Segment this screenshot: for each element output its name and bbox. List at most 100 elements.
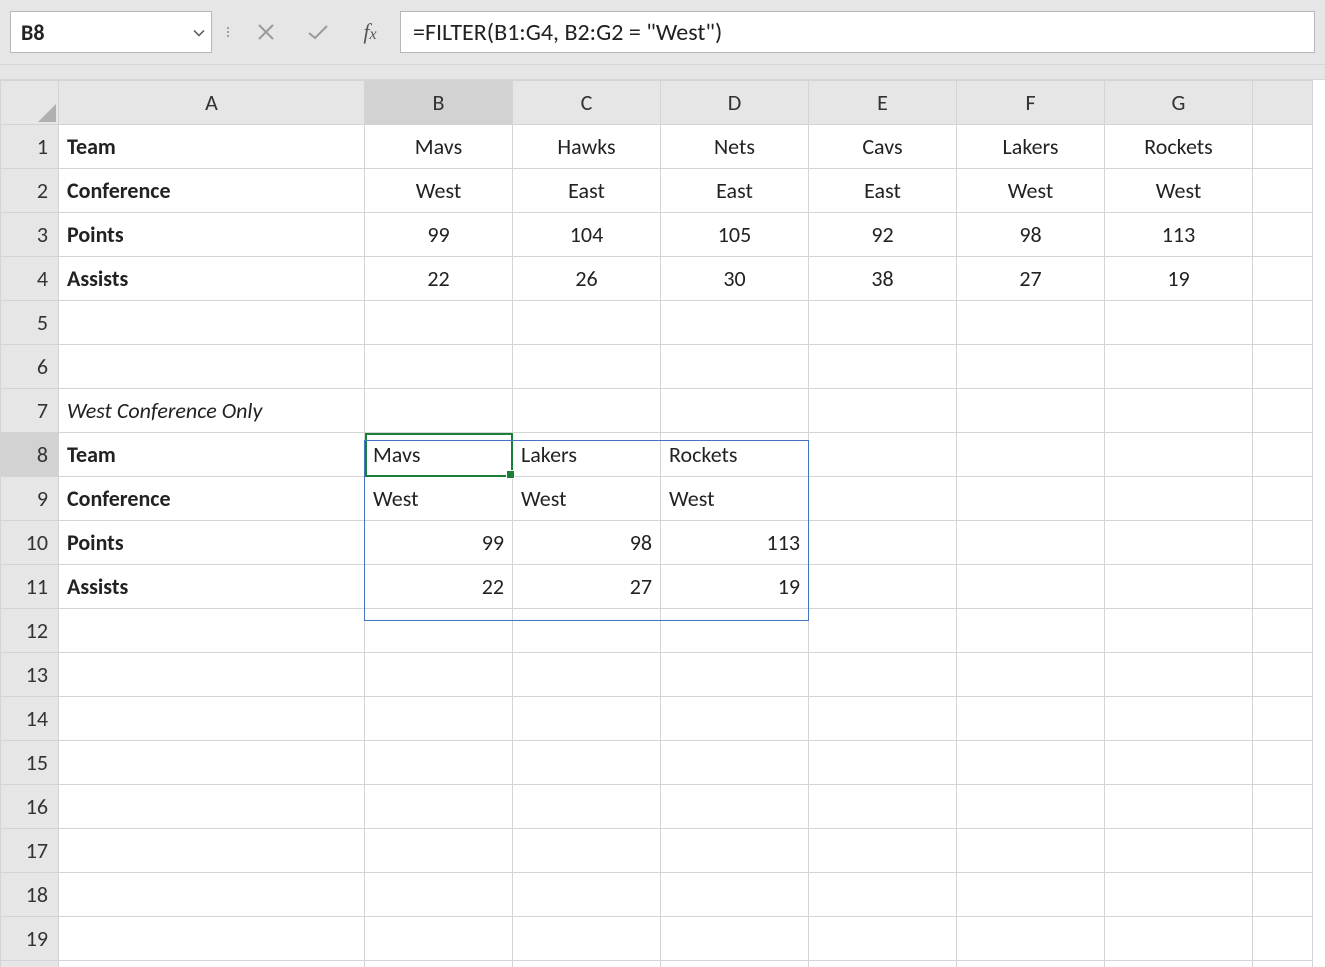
row-header-2[interactable]: 2 <box>1 169 59 213</box>
row-header-15[interactable]: 15 <box>1 741 59 785</box>
cell-F13[interactable] <box>957 653 1105 697</box>
cell-G19[interactable] <box>1105 917 1253 961</box>
select-all-corner[interactable] <box>1 81 59 125</box>
cell-E5[interactable] <box>809 301 957 345</box>
cell-C17[interactable] <box>513 829 661 873</box>
cell-B12[interactable] <box>365 609 513 653</box>
cell-D12[interactable] <box>661 609 809 653</box>
cell-D13[interactable] <box>661 653 809 697</box>
cell-B6[interactable] <box>365 345 513 389</box>
col-header-C[interactable]: C <box>513 81 661 125</box>
cell-C1[interactable]: Hawks <box>513 125 661 169</box>
cell-blank-6[interactable] <box>1253 345 1313 389</box>
cell-D10[interactable]: 113 <box>661 521 809 565</box>
cell-F6[interactable] <box>957 345 1105 389</box>
row-header-8[interactable]: 8 <box>1 433 59 477</box>
enter-button[interactable] <box>296 12 340 52</box>
cell-F16[interactable] <box>957 785 1105 829</box>
cell-B3[interactable]: 99 <box>365 213 513 257</box>
cell-E13[interactable] <box>809 653 957 697</box>
cell-blank-16[interactable] <box>1253 785 1313 829</box>
cell-F3[interactable]: 98 <box>957 213 1105 257</box>
row-header-17[interactable]: 17 <box>1 829 59 873</box>
cell-blank-3[interactable] <box>1253 213 1313 257</box>
cell-blank-1[interactable] <box>1253 125 1313 169</box>
cell-A12[interactable] <box>59 609 365 653</box>
cell-F12[interactable] <box>957 609 1105 653</box>
cell-blank-17[interactable] <box>1253 829 1313 873</box>
cell-F7[interactable] <box>957 389 1105 433</box>
row-header-9[interactable]: 9 <box>1 477 59 521</box>
cell-C18[interactable] <box>513 873 661 917</box>
row-header-13[interactable]: 13 <box>1 653 59 697</box>
cancel-button[interactable] <box>244 12 288 52</box>
cell-blank-4[interactable] <box>1253 257 1313 301</box>
cell-F11[interactable] <box>957 565 1105 609</box>
cell-C10[interactable]: 98 <box>513 521 661 565</box>
cell-D3[interactable]: 105 <box>661 213 809 257</box>
cell-B10[interactable]: 99 <box>365 521 513 565</box>
cell-D16[interactable] <box>661 785 809 829</box>
cell-B5[interactable] <box>365 301 513 345</box>
cell-B20[interactable] <box>365 961 513 967</box>
cell-A5[interactable] <box>59 301 365 345</box>
cell-G5[interactable] <box>1105 301 1253 345</box>
insert-function-button[interactable]: fx <box>348 12 392 52</box>
cell-A11[interactable]: Assists <box>59 565 365 609</box>
row-header-20[interactable]: 20 <box>1 961 59 967</box>
cell-D4[interactable]: 30 <box>661 257 809 301</box>
cell-G3[interactable]: 113 <box>1105 213 1253 257</box>
cell-D1[interactable]: Nets <box>661 125 809 169</box>
cell-C14[interactable] <box>513 697 661 741</box>
cell-F14[interactable] <box>957 697 1105 741</box>
cell-A3[interactable]: Points <box>59 213 365 257</box>
cell-D20[interactable] <box>661 961 809 967</box>
cell-E19[interactable] <box>809 917 957 961</box>
cell-C8[interactable]: Lakers <box>513 433 661 477</box>
cell-F15[interactable] <box>957 741 1105 785</box>
cell-D6[interactable] <box>661 345 809 389</box>
cell-blank-13[interactable] <box>1253 653 1313 697</box>
row-header-10[interactable]: 10 <box>1 521 59 565</box>
cell-C13[interactable] <box>513 653 661 697</box>
cell-E17[interactable] <box>809 829 957 873</box>
cell-D9[interactable]: West <box>661 477 809 521</box>
cell-A7[interactable]: West Conference Only <box>59 389 365 433</box>
cell-E12[interactable] <box>809 609 957 653</box>
cell-F1[interactable]: Lakers <box>957 125 1105 169</box>
cell-G6[interactable] <box>1105 345 1253 389</box>
cell-D15[interactable] <box>661 741 809 785</box>
cell-G1[interactable]: Rockets <box>1105 125 1253 169</box>
cell-A10[interactable]: Points <box>59 521 365 565</box>
cell-G15[interactable] <box>1105 741 1253 785</box>
cell-G8[interactable] <box>1105 433 1253 477</box>
cell-blank-5[interactable] <box>1253 301 1313 345</box>
col-header-blank[interactable] <box>1253 81 1313 125</box>
cell-blank-9[interactable] <box>1253 477 1313 521</box>
cell-D14[interactable] <box>661 697 809 741</box>
cell-E1[interactable]: Cavs <box>809 125 957 169</box>
cell-E10[interactable] <box>809 521 957 565</box>
cell-E16[interactable] <box>809 785 957 829</box>
cell-A20[interactable] <box>59 961 365 967</box>
col-header-F[interactable]: F <box>957 81 1105 125</box>
cell-A6[interactable] <box>59 345 365 389</box>
cell-C20[interactable] <box>513 961 661 967</box>
cell-C6[interactable] <box>513 345 661 389</box>
cell-A1[interactable]: Team <box>59 125 365 169</box>
formula-input[interactable]: =FILTER(B1:G4, B2:G2 = "West") <box>400 11 1315 53</box>
cell-F4[interactable]: 27 <box>957 257 1105 301</box>
cell-C15[interactable] <box>513 741 661 785</box>
col-header-E[interactable]: E <box>809 81 957 125</box>
cell-A18[interactable] <box>59 873 365 917</box>
cell-F2[interactable]: West <box>957 169 1105 213</box>
cell-G12[interactable] <box>1105 609 1253 653</box>
row-header-14[interactable]: 14 <box>1 697 59 741</box>
row-header-7[interactable]: 7 <box>1 389 59 433</box>
cell-E4[interactable]: 38 <box>809 257 957 301</box>
row-header-16[interactable]: 16 <box>1 785 59 829</box>
cell-B14[interactable] <box>365 697 513 741</box>
cell-A15[interactable] <box>59 741 365 785</box>
cell-G9[interactable] <box>1105 477 1253 521</box>
cell-B1[interactable]: Mavs <box>365 125 513 169</box>
